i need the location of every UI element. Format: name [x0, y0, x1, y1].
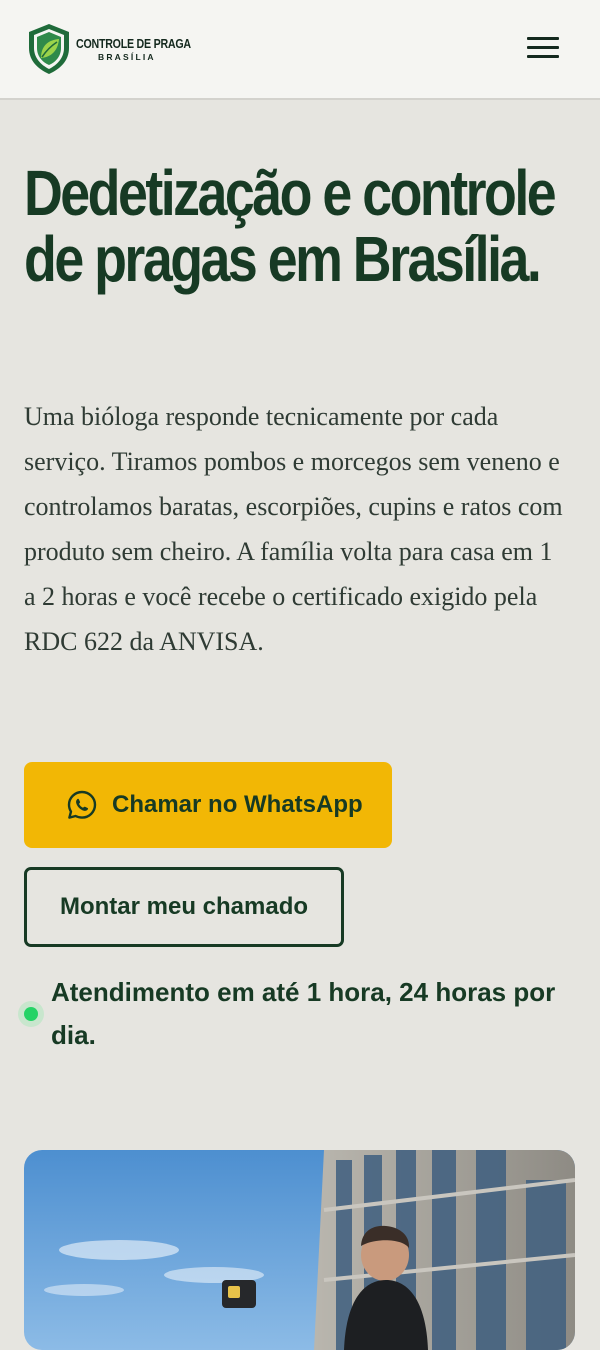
hamburger-icon	[527, 46, 559, 49]
site-header: CONTROLE DE PRAGA BRASÍLIA	[0, 0, 600, 100]
brand-subtitle: BRASÍLIA	[98, 52, 156, 62]
menu-button[interactable]	[524, 34, 562, 62]
hero-photo	[24, 1150, 575, 1350]
montar-chamado-label: Montar meu chamado	[59, 893, 309, 920]
service-availability-text: Atendimento em até 1 hora, 24 horas por …	[51, 977, 556, 1050]
whatsapp-button[interactable]: Chamar no WhatsApp	[24, 762, 392, 848]
whatsapp-button-label: Chamar no WhatsApp	[112, 791, 363, 818]
brand-name: CONTROLE DE PRAGA	[76, 36, 191, 51]
brand[interactable]: CONTROLE DE PRAGA BRASÍLIA	[76, 36, 216, 62]
hamburger-icon	[527, 55, 559, 58]
shield-leaf-icon[interactable]	[26, 22, 72, 76]
technician-building-photo	[24, 1150, 575, 1350]
hero-description: Uma bióloga responde tecnicamente por ca…	[24, 402, 563, 656]
montar-chamado-button[interactable]: Montar meu chamado	[24, 867, 344, 947]
hamburger-icon	[527, 37, 559, 40]
whatsapp-icon	[67, 790, 97, 819]
online-status-icon	[18, 1001, 44, 1027]
hero-title: Dedetização e controle de pragas em Bras…	[24, 157, 557, 295]
